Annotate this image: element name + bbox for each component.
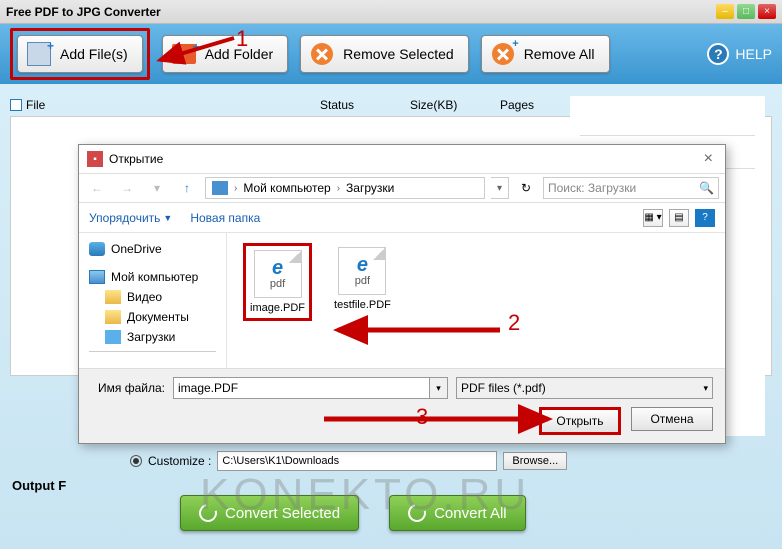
remove-selected-label: Remove Selected	[343, 46, 454, 62]
customize-row: Customize : Browse...	[130, 451, 567, 471]
file-item[interactable]: epdf testfile.PDF	[330, 243, 395, 315]
remove-all-button[interactable]: + Remove All	[481, 35, 610, 73]
col-size: Size(KB)	[410, 98, 500, 112]
col-status: Status	[320, 98, 410, 112]
convert-all-label: Convert All	[434, 505, 507, 522]
sidebar-item-video[interactable]: Видео	[79, 287, 226, 307]
dialog-help-button[interactable]: ?	[695, 209, 715, 227]
file-name: testfile.PDF	[334, 299, 391, 311]
help-label: HELP	[735, 46, 772, 62]
file-name: image.PDF	[250, 302, 305, 314]
maximize-button[interactable]: □	[737, 4, 755, 19]
customize-label: Customize :	[148, 454, 211, 468]
output-path-input[interactable]	[217, 451, 497, 471]
col-pages: Pages	[500, 98, 560, 112]
dialog-toolbar: Упорядочить ▼ Новая папка ▦ ▾ ▤ ?	[79, 203, 725, 233]
filename-input[interactable]	[173, 377, 430, 399]
help-button[interactable]: ? HELP	[707, 43, 772, 65]
nav-refresh-button[interactable]: ↻	[515, 181, 537, 195]
file-open-dialog: ▪ Открытие × ← → ▾ ↑ › Мой компьютер › З…	[78, 144, 726, 444]
remove-all-icon: +	[490, 41, 516, 67]
view-thumbnails-button[interactable]: ▦ ▾	[643, 209, 663, 227]
add-files-highlight: Add File(s)	[10, 28, 150, 80]
new-folder-button[interactable]: Новая папка	[190, 211, 260, 225]
nav-up-button[interactable]: ↑	[175, 177, 199, 199]
dialog-titlebar: ▪ Открытие ×	[79, 145, 725, 173]
filename-dropdown[interactable]: ▾	[430, 377, 448, 399]
add-folder-label: Add Folder	[205, 46, 273, 62]
chevron-right-icon: ›	[335, 183, 342, 194]
open-button[interactable]: Открыть	[539, 407, 621, 435]
search-placeholder: Поиск: Загрузки	[548, 181, 636, 195]
folder-icon	[105, 310, 121, 324]
computer-icon	[212, 181, 228, 195]
sidebar-item-documents[interactable]: Документы	[79, 307, 226, 327]
convert-row: Convert Selected Convert All	[180, 495, 526, 531]
titlebar: Free PDF to JPG Converter – □ ×	[0, 0, 782, 24]
customize-radio[interactable]	[130, 455, 142, 467]
downloads-icon	[105, 330, 121, 344]
convert-icon	[196, 501, 221, 526]
breadcrumb[interactable]: › Мой компьютер › Загрузки	[205, 177, 485, 199]
sidebar-item-downloads[interactable]: Загрузки	[79, 327, 226, 347]
pdf-file-icon: epdf	[254, 250, 302, 298]
document-icon	[26, 41, 52, 67]
dialog-app-icon: ▪	[87, 151, 103, 167]
dialog-file-area[interactable]: epdf image.PDF epdf testfile.PDF	[227, 233, 725, 368]
convert-selected-label: Convert Selected	[225, 505, 340, 522]
search-icon: 🔍	[699, 181, 714, 195]
computer-icon	[89, 270, 105, 284]
sidebar-item-mycomputer[interactable]: Мой компьютер	[79, 267, 226, 287]
breadcrumb-root[interactable]: Мой компьютер	[243, 181, 330, 195]
chevron-down-icon: ▾	[703, 383, 708, 394]
view-details-button[interactable]: ▤	[669, 209, 689, 227]
remove-x-icon	[309, 41, 335, 67]
browse-button[interactable]: Browse...	[503, 452, 567, 470]
file-filter-select[interactable]: PDF files (*.pdf) ▾	[456, 377, 713, 399]
add-folder-button[interactable]: Add Folder	[162, 35, 288, 73]
dialog-title: Открытие	[109, 152, 163, 166]
dialog-body: OneDrive Мой компьютер Видео Документы З…	[79, 233, 725, 368]
filename-label: Имя файла:	[91, 381, 165, 395]
app-title: Free PDF to JPG Converter	[6, 5, 161, 19]
dialog-bottom: Имя файла: ▾ PDF files (*.pdf) ▾ Открыть…	[79, 368, 725, 443]
output-label: Output F	[12, 478, 66, 493]
remove-selected-button[interactable]: Remove Selected	[300, 35, 469, 73]
main-toolbar: Add File(s) Add Folder Remove Selected +…	[0, 24, 782, 84]
cancel-button[interactable]: Отмена	[631, 407, 713, 431]
convert-all-button[interactable]: Convert All	[389, 495, 526, 531]
chevron-down-icon: ▼	[163, 213, 172, 223]
onedrive-icon	[89, 242, 105, 256]
nav-forward-button[interactable]: →	[115, 177, 139, 199]
breadcrumb-folder[interactable]: Загрузки	[346, 181, 394, 195]
breadcrumb-dropdown[interactable]: ▾	[491, 177, 509, 199]
col-file: File	[26, 98, 45, 112]
dialog-search-input[interactable]: Поиск: Загрузки 🔍	[543, 177, 719, 199]
add-files-label: Add File(s)	[60, 46, 128, 62]
minimize-button[interactable]: –	[716, 4, 734, 19]
folder-icon	[105, 290, 121, 304]
pdf-file-icon: epdf	[338, 247, 386, 295]
nav-back-button[interactable]: ←	[85, 177, 109, 199]
organize-button[interactable]: Упорядочить ▼	[89, 211, 172, 225]
add-files-button[interactable]: Add File(s)	[17, 35, 143, 73]
chevron-right-icon: ›	[232, 183, 239, 194]
select-all-checkbox[interactable]	[10, 99, 22, 111]
dialog-nav: ← → ▾ ↑ › Мой компьютер › Загрузки ▾ ↻ П…	[79, 173, 725, 203]
file-item[interactable]: epdf image.PDF	[243, 243, 312, 321]
dialog-close-button[interactable]: ×	[700, 150, 717, 168]
folder-icon	[171, 41, 197, 67]
remove-all-label: Remove All	[524, 46, 595, 62]
close-button[interactable]: ×	[758, 4, 776, 19]
dialog-sidebar: OneDrive Мой компьютер Видео Документы З…	[79, 233, 227, 368]
convert-icon	[405, 501, 430, 526]
help-icon: ?	[707, 43, 729, 65]
convert-selected-button[interactable]: Convert Selected	[180, 495, 359, 531]
sidebar-item-onedrive[interactable]: OneDrive	[79, 239, 226, 259]
nav-dropdown-button[interactable]: ▾	[145, 177, 169, 199]
